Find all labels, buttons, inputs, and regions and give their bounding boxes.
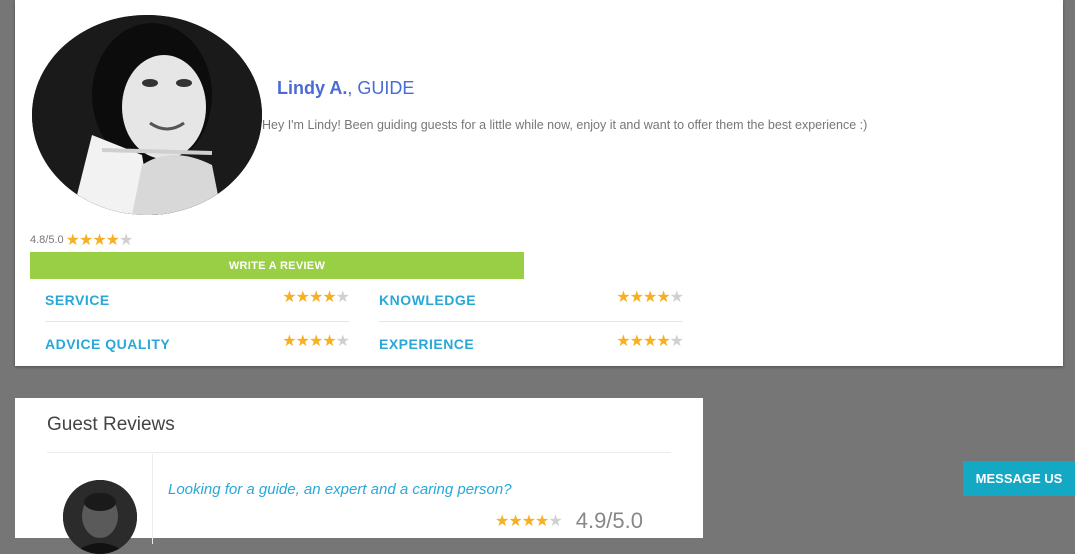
review-score: 4.9/5.0 [575,508,643,533]
write-review-button[interactable]: WRITE A REVIEW [30,252,524,279]
rating-stars: ★ ★ ★ ★ ★ [616,331,684,351]
star-icon: ★ [629,332,644,350]
star-icon: ★ [308,332,323,350]
divider [152,454,153,544]
guide-profile-card: Lindy A., GUIDE Hey I'm Lindy! Been guid… [15,0,1063,366]
rating-row-advice-quality: ADVICE QUALITY ★ ★ ★ ★ ★ [45,322,350,365]
rating-row-experience: EXPERIENCE ★ ★ ★ ★ ★ [379,322,684,365]
overall-stars: ★ ★ ★ ★ ★ [65,230,134,250]
ratings-column-left: SERVICE ★ ★ ★ ★ ★ ADVICE QUALITY ★ ★ ★ ★ ★ [45,278,350,365]
star-icon: ★ [616,332,630,350]
star-icon: ★ [656,332,670,350]
star-icon: ★ [642,288,657,306]
star-icon: ★ [92,232,106,249]
rating-label: KNOWLEDGE [379,291,477,308]
star-icon: ★ [629,288,644,306]
star-icon: ★ [295,332,310,350]
star-icon: ★ [548,513,562,530]
star-icon: ★ [669,288,684,306]
star-icon: ★ [495,513,509,530]
rating-row-knowledge: KNOWLEDGE ★ ★ ★ ★ ★ [379,278,684,322]
overall-rating: 4.8/5.0 ★ ★ ★ ★ ★ [30,230,134,250]
rating-stars: ★ ★ ★ ★ ★ [282,331,350,351]
divider [47,452,671,453]
guest-reviews-card: Guest Reviews Looking for a guide, an ex… [15,398,703,554]
review-stars: ★ ★ ★ ★ ★ [495,511,563,531]
star-icon: ★ [535,513,549,530]
ratings-column-right: KNOWLEDGE ★ ★ ★ ★ ★ EXPERIENCE ★ ★ ★ ★ ★ [379,278,684,365]
star-icon: ★ [282,288,296,306]
star-icon: ★ [669,332,684,350]
rating-stars: ★ ★ ★ ★ ★ [616,287,684,307]
star-icon: ★ [119,232,133,249]
star-icon: ★ [308,288,323,306]
guide-role: , GUIDE [347,78,415,98]
rating-label: SERVICE [45,291,110,308]
guide-name-line: Lindy A., GUIDE [277,78,414,99]
overall-score: 4.8/5.0 [30,234,64,246]
reviews-title: Guest Reviews [47,414,175,435]
reviewer-avatar [63,480,137,554]
star-icon: ★ [642,332,657,350]
guide-bio: Hey I'm Lindy! Been guiding guests for a… [262,118,868,132]
rating-row-service: SERVICE ★ ★ ★ ★ ★ [45,278,350,322]
guide-avatar [32,15,262,215]
star-icon: ★ [335,288,350,306]
rating-stars: ★ ★ ★ ★ ★ [282,287,350,307]
star-icon: ★ [105,232,120,249]
star-icon: ★ [282,332,296,350]
rating-label: EXPERIENCE [379,335,475,352]
star-icon: ★ [322,288,336,306]
rating-label: ADVICE QUALITY [45,335,171,352]
star-icon: ★ [78,232,93,249]
star-icon: ★ [616,288,630,306]
message-us-button[interactable]: MESSAGE US [963,461,1075,496]
star-icon: ★ [656,288,670,306]
star-icon: ★ [508,513,522,530]
review-headline[interactable]: Looking for a guide, an expert and a car… [168,481,512,498]
star-icon: ★ [295,288,310,306]
star-icon: ★ [335,332,350,350]
review-rating: ★ ★ ★ ★ ★ 4.9/5.0 [495,508,643,534]
star-icon: ★ [322,332,336,350]
guide-name[interactable]: Lindy A. [277,78,347,98]
star-icon: ★ [521,513,536,530]
star-icon: ★ [65,232,80,249]
